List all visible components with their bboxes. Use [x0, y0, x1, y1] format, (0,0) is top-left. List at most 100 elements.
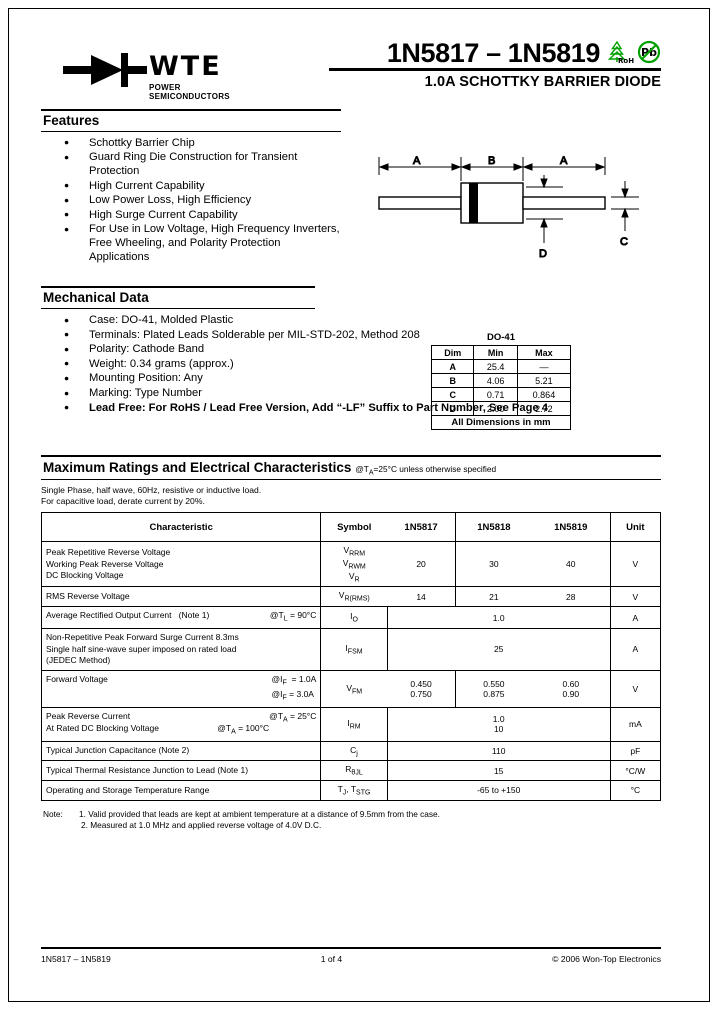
value-merged: 1.0	[386, 605, 611, 630]
value-1n5818: 21	[454, 586, 532, 607]
title-block: 1N5817 – 1N5819 RoHS Pb	[329, 39, 661, 90]
unit-cell: A	[609, 605, 662, 630]
diode-symbol-icon	[63, 53, 147, 87]
page-footer: 1N5817 – 1N5819 1 of 4 © 2006 Won-Top El…	[41, 947, 661, 964]
char-temperature-range: Operating and Storage Temperature Range	[40, 780, 322, 801]
dim-label-c: C	[620, 236, 628, 248]
dim-label-b: B	[488, 155, 495, 167]
value-merged: 15	[386, 760, 611, 782]
col-unit: Unit	[609, 512, 662, 543]
list-item: Guard Ring Die Construction for Transien…	[41, 151, 341, 178]
svg-text:RoHS: RoHS	[618, 57, 634, 65]
footer-copyright: © 2006 Won-Top Electronics	[552, 954, 661, 964]
value-1n5817: 14	[387, 586, 456, 607]
char-peak-repetitive-reverse-voltage: Peak Repetitive Reverse Voltage Working …	[40, 541, 322, 588]
symbol-rthjl: RθJL	[320, 760, 388, 782]
unit-cell: pF	[609, 740, 662, 762]
table-row: B 4.06 5.21	[430, 373, 572, 388]
page-header: WTE POWER SEMICONDUCTORS 1N5817 – 1N5819…	[41, 31, 661, 109]
dimensions-table-wrap: DO-41 Dim Min Max A 25.4 — B 4.06 5.21 C…	[430, 331, 572, 430]
ratings-condition: @TA=25°C unless otherwise specified	[355, 464, 497, 477]
logo-wordmark: WTE	[149, 51, 222, 82]
char-peak-reverse-current: Peak Reverse Current @TA = 25°C At Rated…	[40, 707, 322, 742]
value-1n5818: 30	[454, 541, 532, 588]
table-row: Forward Voltage @IF = 1.0A @IF = 3.0A VF…	[40, 669, 662, 709]
features-section: Features Schottky Barrier Chip Guard Rin…	[41, 109, 661, 264]
ratings-heading: Maximum Ratings and Electrical Character…	[43, 460, 352, 476]
value-1n5818: 0.550 0.875	[454, 669, 532, 709]
ratings-load-notes: Single Phase, half wave, 60Hz, resistive…	[41, 485, 262, 506]
value-1n5819: 40	[531, 541, 611, 588]
value-1n5817: 20	[387, 541, 456, 588]
dim-label-d: D	[539, 248, 547, 260]
unit-cell: V	[609, 541, 662, 588]
electrical-characteristics-table: Characteristic Symbol 1N5817 1N5818 1N58…	[40, 512, 662, 801]
features-list: Schottky Barrier Chip Guard Ring Die Con…	[41, 136, 341, 264]
symbol-vfm: VFM	[320, 669, 388, 709]
value-1n5817: 0.450 0.750	[387, 669, 456, 709]
list-item: Case: DO-41, Molded Plastic	[41, 314, 661, 328]
unit-cell: °C	[609, 780, 662, 801]
ratings-heading-bar: Maximum Ratings and Electrical Character…	[41, 455, 661, 481]
unit-cell: A	[609, 628, 662, 671]
unit-cell: °C/W	[609, 760, 662, 782]
footnotes: Note: 1. Valid provided that leads are ke…	[41, 809, 661, 831]
page-subtitle: 1.0A SCHOTTKY BARRIER DIODE	[424, 74, 661, 91]
col-symbol: Symbol	[320, 512, 388, 543]
char-peak-forward-surge-current: Non-Repetitive Peak Forward Surge Curren…	[40, 628, 322, 671]
value-merged: 110	[386, 740, 611, 762]
symbol-irm: IRM	[320, 707, 388, 742]
symbol-tj-tstg: TJ, TSTG	[320, 780, 388, 801]
col-1n5818: 1N5818	[454, 512, 532, 543]
col-1n5819: 1N5819	[531, 512, 611, 543]
symbol-vrrms: VR(RMS)	[320, 586, 388, 607]
unit-cell: mA	[609, 707, 662, 742]
char-forward-voltage: Forward Voltage @IF = 1.0A @IF = 3.0A	[40, 669, 322, 709]
col-1n5817: 1N5817	[387, 512, 456, 543]
list-item: High Surge Current Capability	[41, 208, 341, 223]
col-characteristic: Characteristic	[40, 512, 322, 543]
dimensions-table: DO-41 Dim Min Max A 25.4 — B 4.06 5.21 C…	[430, 331, 572, 430]
symbol-vrrm: VRRM VRWM VR	[320, 541, 388, 588]
lead-free-pb-icon: Pb	[637, 41, 661, 64]
company-logo: WTE POWER SEMICONDUCTORS	[63, 45, 253, 101]
table-row: Operating and Storage Temperature Range …	[40, 780, 662, 801]
table-header-row: Characteristic Symbol 1N5817 1N5818 1N58…	[40, 512, 662, 543]
table-row: Typical Junction Capacitance (Note 2) Cj…	[40, 740, 662, 762]
dim-label-a-left: A	[413, 155, 421, 167]
note-2: 2. Measured at 1.0 MHz and applied rever…	[81, 819, 322, 830]
table-row: Typical Thermal Resistance Junction to L…	[40, 760, 662, 782]
rohs-icon: RoHS	[607, 40, 634, 65]
title-divider	[329, 68, 661, 72]
list-item: Schottky Barrier Chip	[41, 136, 341, 151]
col-min: Min	[473, 345, 518, 360]
char-junction-capacitance: Typical Junction Capacitance (Note 2)	[40, 740, 322, 762]
logo-tagline: POWER SEMICONDUCTORS	[149, 83, 230, 101]
dimensions-units-note: All Dimensions in mm	[431, 415, 571, 430]
table-row: A 25.4 —	[430, 359, 572, 374]
char-average-rectified-output-current: Average Rectified Output Current (Note 1…	[40, 605, 322, 630]
list-item: For Use in Low Voltage, High Frequency I…	[41, 223, 341, 264]
col-max: Max	[516, 345, 572, 360]
dim-label-a-right: A	[560, 155, 568, 167]
symbol-io: IO	[320, 605, 388, 630]
table-row: Peak Reverse Current @TA = 25°C At Rated…	[40, 707, 662, 742]
table-row: Peak Repetitive Reverse Voltage Working …	[40, 541, 662, 588]
symbol-ifsm: IFSM	[320, 628, 388, 671]
page-title: 1N5817 – 1N5819	[386, 38, 601, 68]
value-1n5819: 28	[531, 586, 611, 607]
unit-cell: V	[609, 669, 662, 709]
footer-page-number: 1 of 4	[320, 954, 343, 964]
value-1n5819: 0.60 0.90	[531, 669, 611, 709]
dimensions-table-title: DO-41	[487, 331, 515, 343]
table-row: Non-Repetitive Peak Forward Surge Curren…	[40, 628, 662, 671]
list-item: High Current Capability	[41, 179, 341, 194]
value-merged: -65 to +150	[386, 780, 611, 801]
table-row: C 0.71 0.864	[430, 387, 572, 402]
compliance-badges: RoHS Pb	[606, 39, 661, 67]
package-outline-drawing: A B A D C	[378, 155, 639, 261]
note-1: 1. Valid provided that leads are kept at…	[79, 808, 440, 819]
footer-part-number: 1N5817 – 1N5819	[41, 954, 111, 964]
value-merged: 25	[386, 628, 611, 671]
table-row: RMS Reverse Voltage VR(RMS) 14 21 28 V	[40, 586, 662, 607]
